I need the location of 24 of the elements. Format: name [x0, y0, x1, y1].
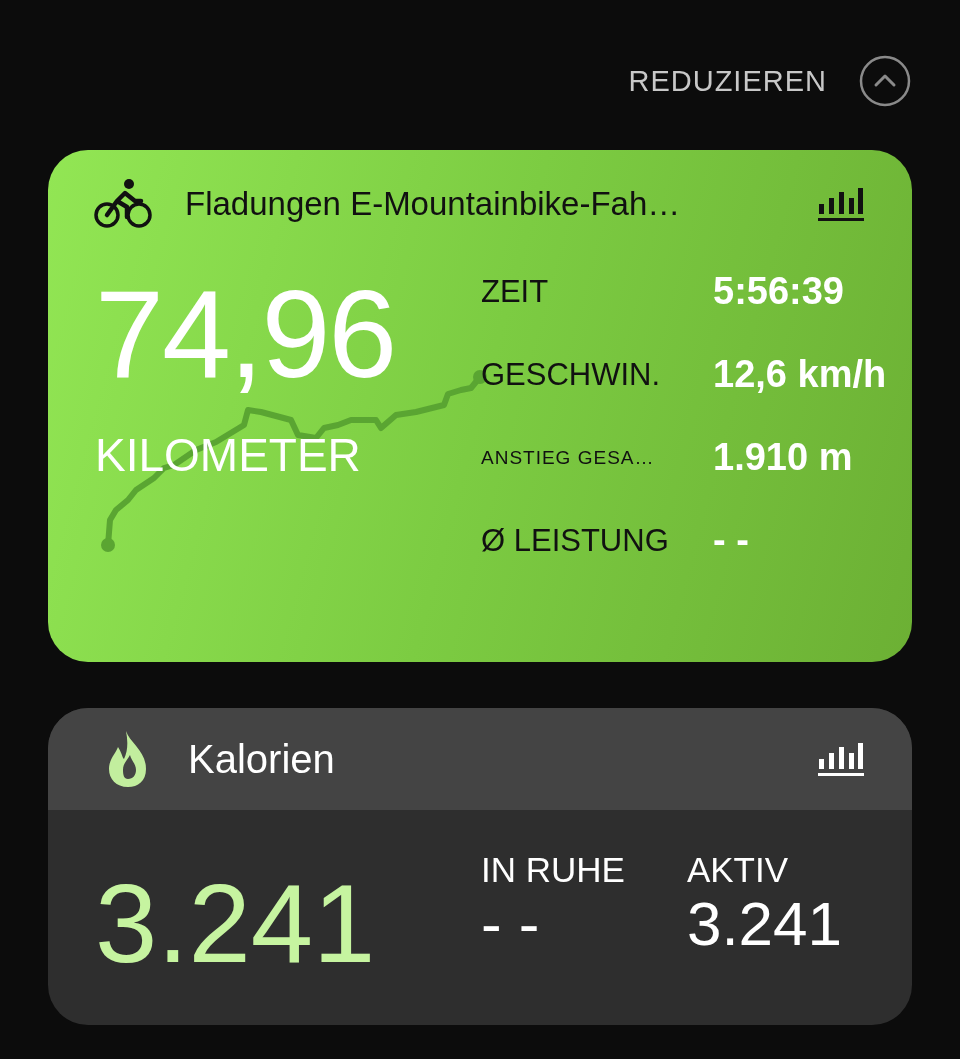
calories-card[interactable]: Kalorien 3.241 IN RUHE - - AKTIV 3.241 [48, 708, 912, 1025]
cyclist-icon [93, 177, 153, 231]
stat-label: GESCHWIN. [481, 356, 662, 393]
stat-value: 1.910 m [713, 436, 854, 479]
stat-value: - - [713, 519, 750, 562]
workout-card[interactable]: Fladungen E-Mountainbike-Fah… 74,96 KILOMETER ZEIT 5:56:39 GESCHWIN. 12,6 km/h ANSTIEG GESA… 1.910 m Ø LEISTUNG - - [48, 150, 912, 662]
breakdown-value: 3.241 [686, 890, 843, 959]
collapse-label[interactable]: REDUZIEREN [628, 64, 827, 98]
stat-value: 5:56:39 [713, 270, 845, 313]
calories-total: 3.241 [95, 862, 377, 986]
distance-value: 74,96 [95, 272, 397, 396]
stat-label: Ø LEISTUNG [481, 522, 670, 559]
stat-label: ANSTIEG GESA… [481, 446, 656, 469]
breakdown-value: - - [481, 890, 541, 959]
stat-label: ZEIT [481, 273, 550, 310]
distance-unit: KILOMETER [95, 428, 362, 482]
breakdown-label: AKTIV [686, 850, 790, 890]
workout-title: Fladungen E-Mountainbike-Fah… [185, 185, 682, 223]
chart-icon[interactable] [818, 741, 864, 777]
calories-title: Kalorien [188, 736, 336, 782]
chart-icon[interactable] [818, 186, 864, 222]
breakdown-label: IN RUHE [481, 850, 625, 890]
stat-value: 12,6 km/h [713, 353, 887, 396]
collapse-icon[interactable] [859, 55, 911, 107]
